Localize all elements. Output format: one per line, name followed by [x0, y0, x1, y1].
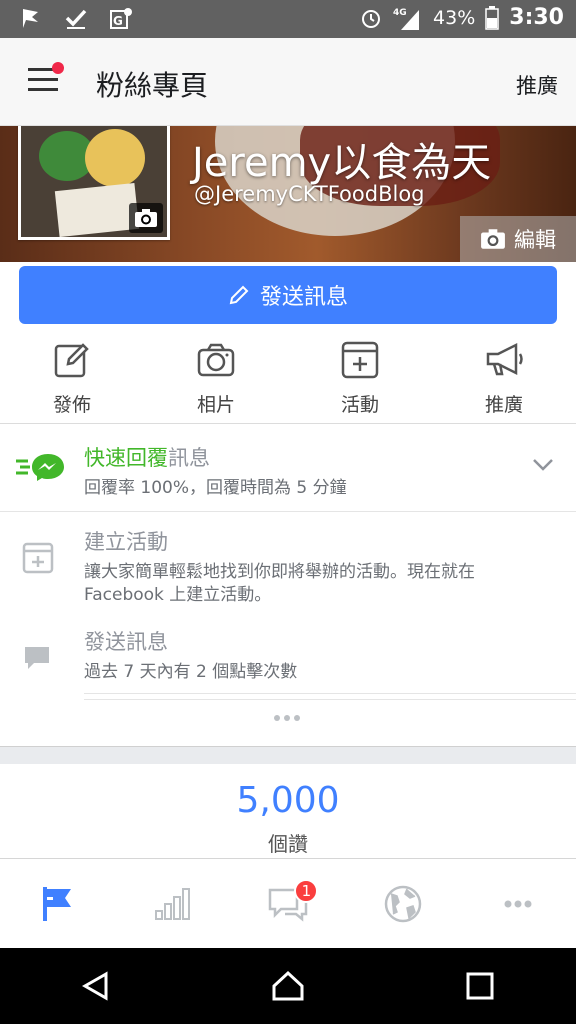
check-notification-icon: [65, 9, 87, 29]
divider: [84, 693, 576, 694]
pencil-icon: [229, 285, 249, 305]
tab-more[interactable]: [461, 859, 576, 948]
home-button[interactable]: [192, 948, 384, 1024]
svg-text:G: G: [113, 14, 123, 28]
network-type: 4G: [393, 8, 407, 18]
camera-icon: [481, 229, 505, 249]
status-bar: G 4G 43% 3:30: [0, 0, 576, 38]
create-event-title: 建立活動: [84, 530, 168, 554]
compose-icon: [54, 343, 89, 378]
create-event-item[interactable]: 建立活動 讓大家簡單輕鬆地找到你即將舉辦的活動。現在就在 Facebook 上建…: [0, 512, 576, 700]
event-action[interactable]: 活動: [288, 336, 432, 423]
recents-button[interactable]: [384, 948, 576, 1024]
likes-label: 個讚: [268, 832, 308, 856]
bar-chart-icon: [154, 887, 190, 920]
flag-icon: [42, 886, 71, 921]
send-message-button[interactable]: 發送訊息: [19, 266, 557, 324]
edit-cover-button[interactable]: 編輯: [460, 216, 576, 262]
bottom-tab-bar: 1: [0, 858, 576, 948]
quick-reply-title: 快速回覆訊息: [84, 446, 210, 470]
event-label: 活動: [340, 394, 379, 416]
edit-label: 編輯: [514, 228, 556, 252]
page-tips-list: 快速回覆訊息 回覆率 100%，回覆時間為 5 分鐘 建立活動 讓大家簡單輕鬆地…: [0, 424, 576, 700]
battery-percent: 43%: [433, 6, 476, 29]
promote-link[interactable]: 推廣: [516, 70, 558, 100]
event-icon: [22, 542, 54, 574]
business-card: [54, 182, 140, 237]
more-tips-button[interactable]: [274, 715, 300, 721]
cover-photo: Jeremy以食為天 @JeremyCKTFoodBlog 編輯: [0, 126, 576, 262]
profile-picture[interactable]: [18, 126, 170, 240]
android-nav-bar: [0, 948, 576, 1024]
page-handle: @JeremyCKTFoodBlog: [194, 182, 425, 206]
maps-notification-icon: G: [110, 8, 132, 29]
globe-icon: [384, 885, 422, 922]
tab-messages[interactable]: 1: [230, 859, 345, 948]
more-icon: [504, 900, 532, 907]
tab-page[interactable]: [0, 859, 115, 948]
page-name: Jeremy以食為天: [192, 140, 492, 186]
create-event-subtitle: 讓大家簡單輕鬆地找到你即將舉辦的活動。現在就在 Facebook 上建立活動。: [84, 562, 475, 605]
signal-icon: 4G: [393, 8, 420, 30]
back-icon: [81, 971, 108, 1001]
home-icon: [272, 970, 304, 1001]
clock: 3:30: [509, 5, 564, 30]
alarm-icon: [362, 9, 381, 28]
megaphone-icon: [486, 342, 523, 376]
quick-reply-item[interactable]: 快速回覆訊息 回覆率 100%，回覆時間為 5 分鐘: [0, 424, 576, 512]
tab-notifications[interactable]: [346, 859, 461, 948]
likes-count: 5,000: [236, 780, 340, 821]
tab-insights[interactable]: [115, 859, 230, 948]
send-message-item[interactable]: 發送訊息 過去 7 天內有 2 個點擊次數: [0, 612, 576, 696]
recents-icon: [466, 972, 494, 1000]
send-message-subtitle: 過去 7 天內有 2 個點擊次數: [84, 662, 298, 682]
action-row: 發佈 相片 活動 推廣: [0, 336, 576, 424]
comment-icon: [25, 647, 49, 669]
back-button[interactable]: [0, 948, 192, 1024]
messages-badge: 1: [294, 879, 319, 903]
app-bar: 粉絲專頁 推廣: [0, 38, 576, 126]
notification-dot: [52, 62, 64, 74]
send-message-label: 發送訊息: [259, 285, 348, 310]
promote-label: 推廣: [484, 394, 523, 416]
publish-action[interactable]: 發佈: [0, 336, 144, 423]
camera-icon: [135, 209, 157, 227]
quick-reply-subtitle: 回覆率 100%，回覆時間為 5 分鐘: [84, 478, 347, 498]
menu-button[interactable]: [28, 62, 64, 98]
profile-camera-button[interactable]: [129, 203, 163, 233]
messenger-fast-icon: [16, 454, 64, 481]
page-title: 粉絲專頁: [96, 69, 209, 102]
flag-notification-icon: [23, 9, 38, 28]
photos-label: 相片: [196, 394, 235, 416]
photos-action[interactable]: 相片: [144, 336, 288, 423]
promote-action[interactable]: 推廣: [432, 336, 576, 423]
publish-label: 發佈: [52, 394, 91, 416]
chevron-down-icon[interactable]: [532, 458, 554, 472]
section-separator: [0, 746, 576, 764]
battery-icon: [485, 5, 500, 30]
event-icon: [341, 341, 379, 379]
camera-icon: [197, 343, 235, 377]
divider: [84, 699, 576, 700]
send-message-title: 發送訊息: [84, 630, 168, 654]
